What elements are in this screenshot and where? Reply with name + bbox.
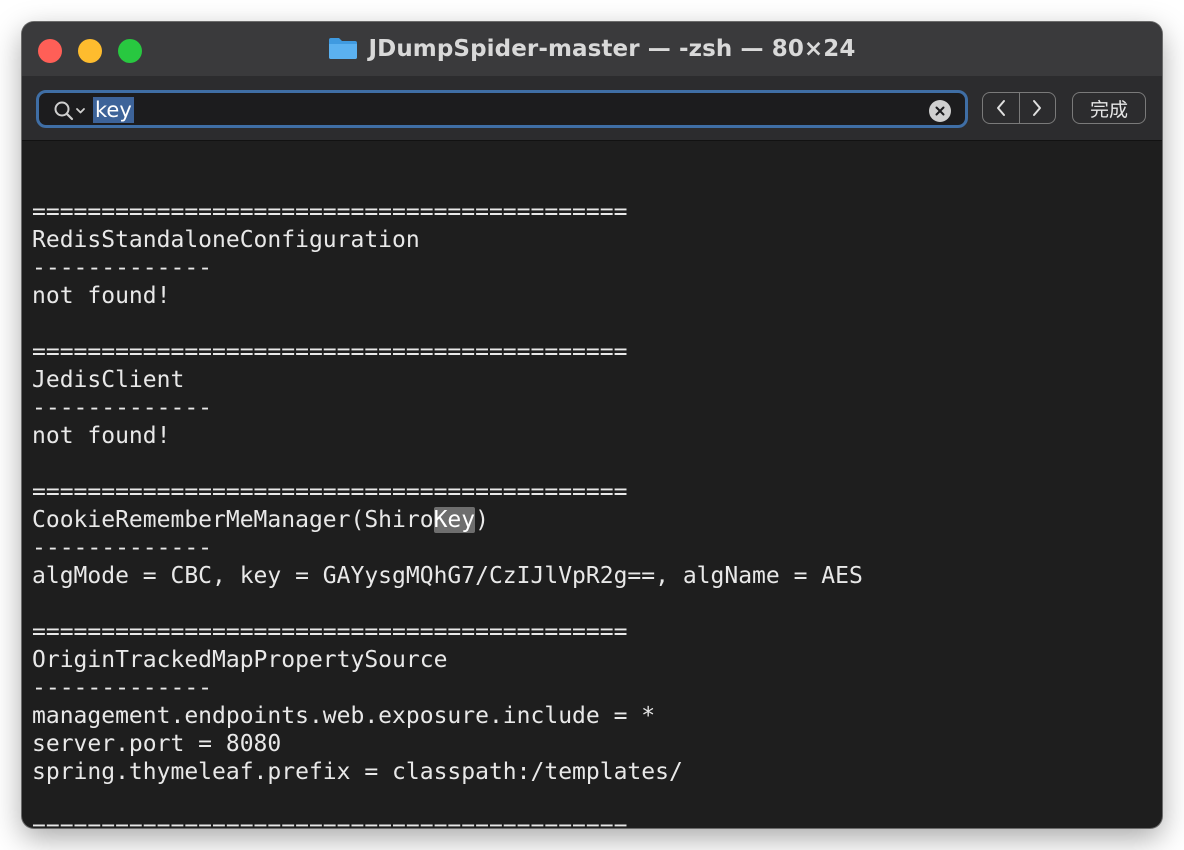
terminal-line: ========================================… [32, 339, 628, 365]
search-navigation [982, 92, 1056, 124]
terminal-line: server.port = 8080 [32, 731, 282, 757]
window-title: JDumpSpider-master — -zsh — 80×24 [368, 36, 856, 62]
chevron-left-icon [996, 100, 1005, 116]
search-input[interactable]: key [93, 97, 134, 123]
clear-search-button[interactable] [929, 100, 951, 122]
find-bar: key 完成 [22, 76, 1162, 141]
terminal-line: algMode = CBC, key = GAYysgMQhG7/CzIJlVp… [32, 563, 863, 589]
terminal-line: ------------- [32, 675, 213, 701]
terminal-line: RedisStandaloneConfiguration [32, 227, 420, 253]
magnifier-dropdown-icon[interactable] [53, 100, 89, 122]
terminal-line-text: ) [475, 507, 489, 533]
terminal-line: management.endpoints.web.exposure.includ… [32, 703, 656, 729]
chevron-right-icon [1033, 100, 1042, 116]
done-button[interactable]: 完成 [1072, 92, 1146, 124]
terminal-window: JDumpSpider-master — -zsh — 80×24 key 完成… [22, 22, 1162, 828]
window-title-group: JDumpSpider-master — -zsh — 80×24 [22, 22, 1162, 76]
terminal-line: ========================================… [32, 815, 628, 828]
terminal-line: JedisClient [32, 367, 185, 393]
clear-circle-icon [935, 106, 945, 116]
terminal-line: ========================================… [32, 619, 628, 645]
terminal-line: ========================================… [32, 479, 628, 505]
terminal-line: ------------- [32, 535, 213, 561]
terminal-line: ------------- [32, 395, 213, 421]
terminal-line-text: CookieRememberMeManager(Shiro [32, 507, 434, 533]
terminal-line: ------------- [32, 255, 213, 281]
title-bar: JDumpSpider-master — -zsh — 80×24 [22, 22, 1162, 76]
terminal-line: OriginTrackedMapPropertySource [32, 647, 448, 673]
terminal-line: CookieRememberMeManager(ShiroKey) [32, 506, 1152, 534]
terminal-line: spring.thymeleaf.prefix = classpath:/tem… [32, 759, 683, 785]
previous-match-button[interactable] [983, 93, 1019, 123]
terminal-line: ========================================… [32, 199, 628, 225]
terminal-line: not found! [32, 283, 171, 309]
next-match-button[interactable] [1018, 93, 1056, 123]
terminal-line: not found! [32, 423, 171, 449]
search-field[interactable]: key [36, 90, 968, 128]
search-match-highlight: Key [433, 507, 476, 533]
folder-icon [329, 38, 358, 59]
terminal-output[interactable]: ========================================… [32, 170, 1152, 828]
